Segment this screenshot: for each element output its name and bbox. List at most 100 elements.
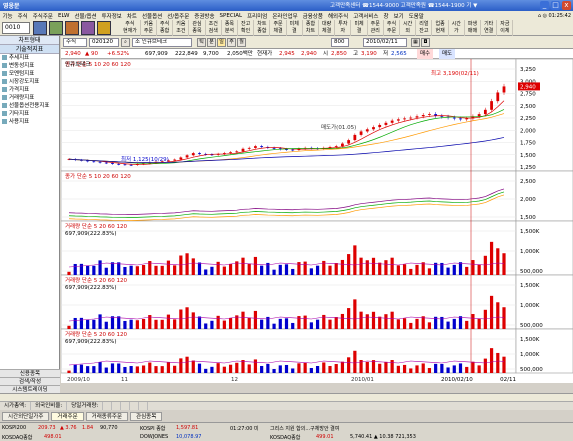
volume-bar[interactable] — [378, 363, 382, 373]
stock-code-input[interactable]: 020120 — [89, 38, 119, 47]
window-tab[interactable]: 관심종목 — [130, 411, 163, 421]
chart-pane[interactable] — [61, 274, 517, 330]
volume-bar[interactable] — [496, 248, 500, 275]
calendar-icon[interactable]: ▦ — [411, 38, 420, 47]
candle[interactable] — [502, 86, 506, 93]
candle[interactable] — [104, 162, 108, 164]
candle[interactable] — [428, 114, 431, 115]
toolbar-shortcut[interactable]: 관심 종목 — [189, 20, 206, 36]
home-icon[interactable] — [33, 21, 47, 35]
volume-bar[interactable] — [378, 316, 382, 329]
volume-bar[interactable] — [340, 259, 345, 275]
volume-bar[interactable] — [73, 317, 77, 329]
volume-bar[interactable] — [396, 265, 400, 275]
volume-bar[interactable] — [496, 352, 500, 373]
candle[interactable] — [490, 101, 493, 110]
volume-bar[interactable] — [253, 359, 258, 373]
volume-bar[interactable] — [309, 368, 313, 373]
volume-bar[interactable] — [166, 260, 171, 275]
candle[interactable] — [390, 120, 394, 123]
volume-bar[interactable] — [402, 318, 407, 329]
volume-bar[interactable] — [489, 295, 494, 329]
volume-bar[interactable] — [98, 314, 102, 329]
volume-bar[interactable] — [86, 319, 90, 329]
volume-bar[interactable] — [216, 315, 220, 329]
candle[interactable] — [496, 92, 500, 102]
volume-bar[interactable] — [117, 363, 121, 373]
chart-pane[interactable] — [61, 328, 517, 374]
minimize-button[interactable]: _ — [540, 1, 549, 10]
volume-bar[interactable] — [440, 363, 444, 373]
volume-bar[interactable] — [347, 357, 351, 373]
volume-bar[interactable] — [384, 314, 388, 329]
volume-bar[interactable] — [452, 264, 456, 275]
volume-bar[interactable] — [247, 364, 251, 373]
volume-bar[interactable] — [104, 267, 108, 275]
volume-bar[interactable] — [67, 325, 71, 329]
volume-bar[interactable] — [291, 322, 295, 329]
candle[interactable] — [459, 118, 462, 120]
menu-item[interactable]: 주식 — [15, 12, 30, 20]
volume-bar[interactable] — [427, 322, 432, 329]
volume-bar[interactable] — [334, 364, 338, 373]
lock-icon[interactable]: ◘ — [421, 38, 430, 47]
volume-bar[interactable] — [191, 360, 195, 373]
volume-bar[interactable] — [328, 265, 332, 275]
volume-bar[interactable] — [79, 364, 84, 373]
candle[interactable] — [123, 164, 127, 166]
candle[interactable] — [334, 146, 338, 148]
menu-item[interactable]: 기능 — [0, 12, 15, 20]
candle[interactable] — [353, 134, 357, 141]
toolbar-shortcut[interactable]: 업종 현재 — [432, 20, 449, 36]
toolbar-shortcut[interactable]: 주식 현재가 — [120, 20, 141, 36]
volume-bar[interactable] — [197, 262, 202, 275]
close-button[interactable]: x — [562, 1, 571, 10]
candle[interactable] — [254, 146, 257, 148]
volume-bar[interactable] — [166, 314, 171, 329]
volume-bar[interactable] — [483, 309, 487, 329]
volume-bar[interactable] — [117, 316, 121, 329]
count-input[interactable]: 800 — [331, 38, 349, 47]
volume-bar[interactable] — [303, 362, 307, 373]
favorite-icon[interactable] — [65, 21, 79, 35]
volume-bar[interactable] — [247, 263, 251, 275]
toolbar-shortcut[interactable]: 잔고 확인 — [238, 20, 255, 36]
volume-bar[interactable] — [260, 365, 264, 373]
candle[interactable] — [260, 146, 264, 148]
volume-bar[interactable] — [489, 348, 494, 373]
volume-bar[interactable] — [123, 366, 127, 373]
volume-bar[interactable] — [384, 260, 388, 275]
volume-bar[interactable] — [365, 361, 369, 373]
volume-bar[interactable] — [284, 364, 289, 373]
volume-bar[interactable] — [173, 319, 177, 329]
toolbar-shortcut[interactable]: 시간 외 — [400, 20, 417, 36]
volume-bar[interactable] — [421, 363, 425, 373]
panel-subtitle[interactable]: 기술적지표 — [0, 45, 59, 54]
volume-bar[interactable] — [160, 319, 164, 329]
volume-bar[interactable] — [284, 264, 289, 275]
candle[interactable] — [272, 147, 276, 149]
candle[interactable] — [191, 153, 195, 156]
volume-bar[interactable] — [278, 318, 282, 329]
candle[interactable] — [378, 124, 382, 128]
volume-bar[interactable] — [191, 258, 195, 275]
volume-bar[interactable] — [328, 319, 332, 329]
volume-bar[interactable] — [272, 369, 276, 373]
toolbar-shortcut[interactable]: 주식 주문 — [384, 20, 401, 36]
candle[interactable] — [111, 163, 114, 164]
volume-bar[interactable] — [278, 264, 282, 275]
volume-bar[interactable] — [384, 361, 388, 373]
menu-item[interactable]: 고객서비스 — [351, 12, 381, 20]
volume-bar[interactable] — [409, 322, 413, 329]
volume-bar[interactable] — [378, 262, 382, 275]
volume-bar[interactable] — [465, 266, 469, 275]
volume-bar[interactable] — [446, 367, 450, 373]
volume-bar[interactable] — [222, 266, 226, 275]
volume-bar[interactable] — [502, 253, 506, 275]
menu-item[interactable]: 차트 — [124, 12, 139, 20]
window-tab[interactable]: 시간외단일가주 — [2, 411, 50, 421]
volume-bar[interactable] — [353, 350, 357, 373]
min-button[interactable]: 분 — [207, 38, 216, 47]
menu-item[interactable]: 증권방송 — [192, 12, 217, 20]
toolbar-shortcut[interactable]: 주문 체결 — [270, 20, 287, 36]
